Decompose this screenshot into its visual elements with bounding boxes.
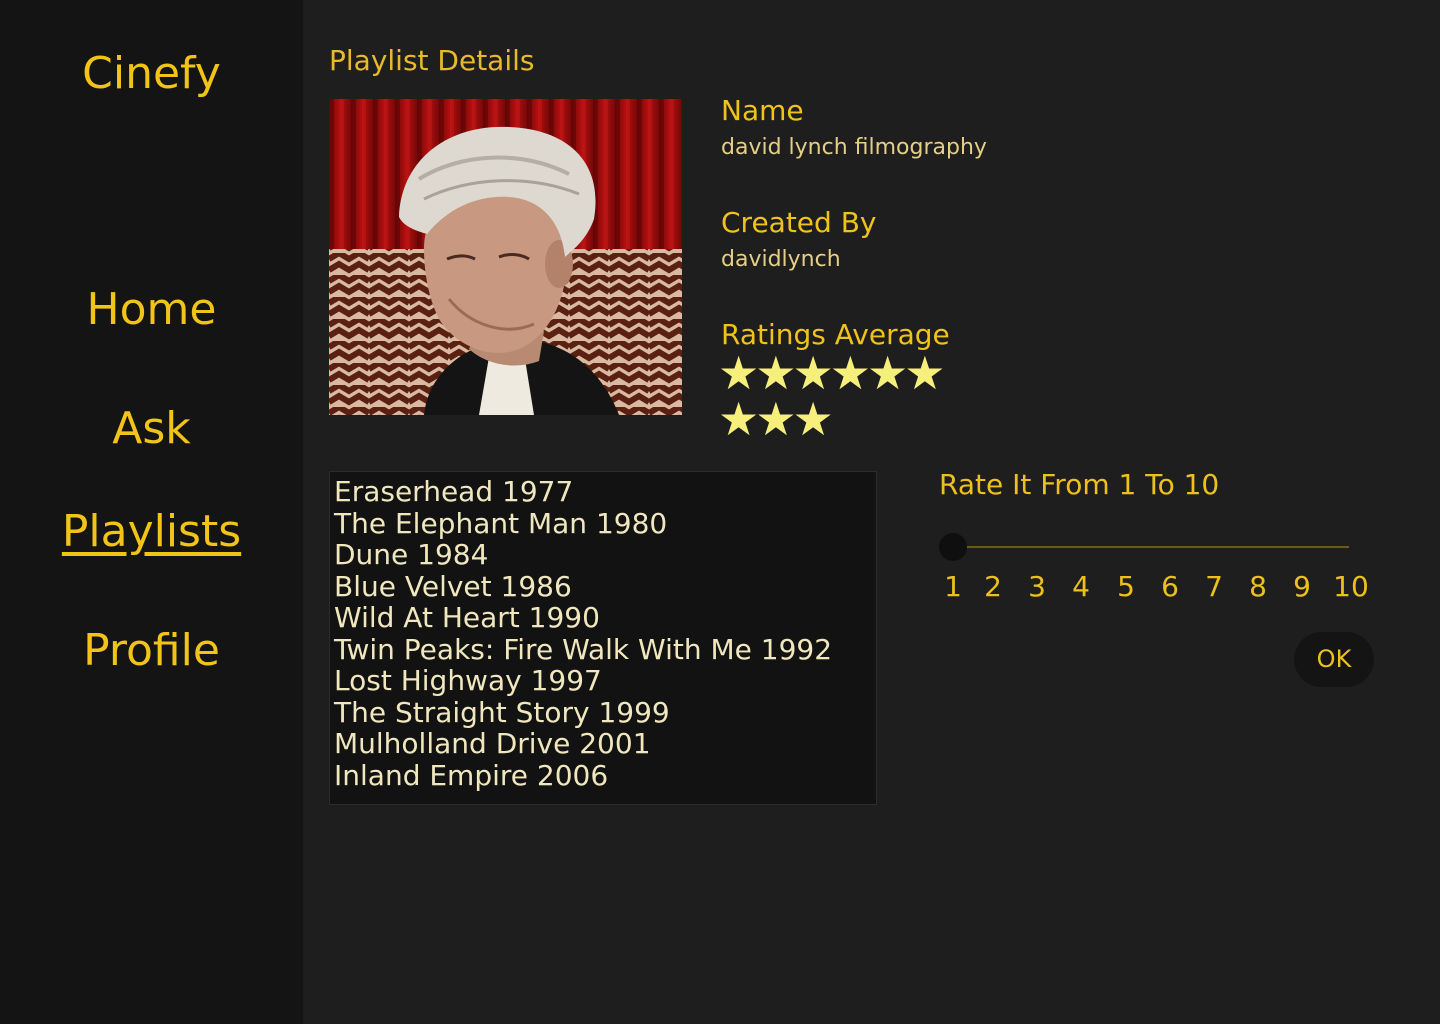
- rate-prompt: Rate It From 1 To 10: [939, 468, 1220, 501]
- rating-slider-thumb[interactable]: [939, 533, 967, 561]
- sidebar-item-home[interactable]: Home: [0, 284, 303, 335]
- rating-tick-10: 10: [1333, 570, 1369, 603]
- playlist-name-label: Name: [721, 94, 804, 127]
- list-item[interactable]: Lost Highway 1997: [334, 665, 876, 697]
- sidebar-item-profile[interactable]: Profile: [0, 625, 303, 676]
- created-by-label: Created By: [721, 206, 877, 239]
- page-title: Playlist Details: [329, 44, 535, 77]
- list-item[interactable]: Dune 1984: [334, 539, 876, 571]
- rating-tick-6: 6: [1161, 570, 1179, 603]
- playlist-name-value: david lynch filmography: [721, 135, 987, 160]
- list-item[interactable]: The Straight Story 1999: [334, 696, 876, 729]
- sidebar: Cinefy Home Ask Playlists Profile: [0, 0, 303, 1024]
- rating-tick-2: 2: [984, 570, 1002, 603]
- rating-tick-5: 5: [1117, 570, 1135, 603]
- star-icon: ★: [867, 346, 908, 400]
- list-item[interactable]: The Elephant Man 1980: [334, 507, 876, 540]
- app-logo: Cinefy: [82, 48, 221, 99]
- list-item[interactable]: Blue Velvet 1986: [334, 570, 876, 603]
- rating-tick-8: 8: [1249, 570, 1267, 603]
- rating-tick-1: 1: [944, 570, 962, 603]
- ok-button[interactable]: OK: [1294, 632, 1374, 687]
- list-item[interactable]: Mulholland Drive 2001: [334, 728, 876, 760]
- list-item[interactable]: Twin Peaks: Fire Walk With Me 1992: [334, 633, 876, 666]
- created-by-value: davidlynch: [721, 247, 841, 272]
- list-item[interactable]: Wild At Heart 1990: [334, 602, 876, 634]
- star-icon: ★: [904, 346, 945, 400]
- sidebar-item-playlists[interactable]: Playlists: [0, 506, 303, 557]
- ratings-average-stars: ★★★★★★ ★★★: [718, 350, 978, 442]
- rating-tick-7: 7: [1205, 570, 1223, 603]
- star-icon: ★: [829, 346, 871, 400]
- list-item[interactable]: Eraserhead 1977: [334, 476, 876, 508]
- rating-slider-track[interactable]: [953, 546, 1349, 548]
- star-icon: ★: [755, 392, 796, 446]
- list-item[interactable]: Inland Empire 2006: [334, 759, 876, 792]
- playlist-cover-image: [329, 99, 682, 415]
- playlist-movie-list: Eraserhead 1977 The Elephant Man 1980 Du…: [329, 471, 877, 805]
- star-icon: ★: [718, 392, 759, 446]
- rating-tick-9: 9: [1293, 570, 1311, 603]
- star-icon: ★: [792, 392, 834, 446]
- sidebar-item-ask[interactable]: Ask: [0, 403, 303, 454]
- rating-tick-3: 3: [1028, 570, 1046, 603]
- rating-tick-4: 4: [1072, 570, 1090, 603]
